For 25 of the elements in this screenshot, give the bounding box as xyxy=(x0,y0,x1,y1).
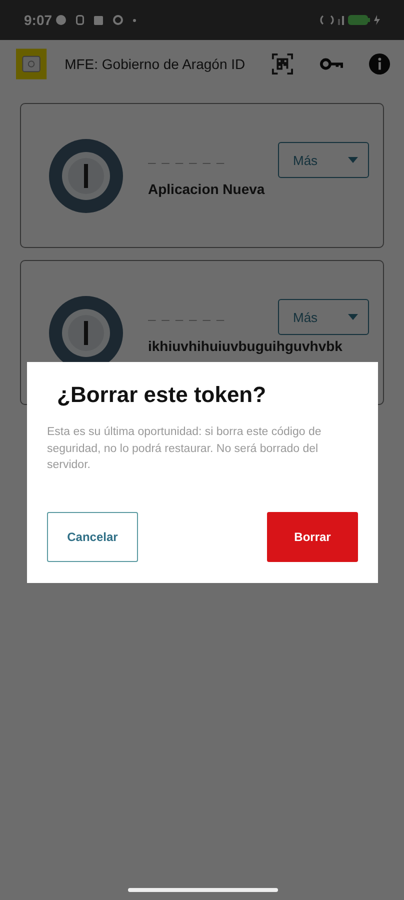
token-name: ikhiuvhihuiuvbuguihguvhvbk xyxy=(148,336,342,354)
more-dropdown[interactable]: Más xyxy=(278,299,369,335)
more-dropdown[interactable]: Más xyxy=(278,142,369,178)
delete-button[interactable]: Borrar xyxy=(267,512,358,562)
key-icon[interactable] xyxy=(320,57,343,71)
qr-scan-icon[interactable] xyxy=(271,52,294,76)
logo-icon xyxy=(16,48,47,80)
circle-icon xyxy=(56,15,66,25)
token-code: – – – – – – xyxy=(148,310,226,326)
signal-icon xyxy=(338,16,344,24)
token-name: Aplicacion Nueva xyxy=(148,180,265,198)
dot-icon xyxy=(133,18,136,22)
status-time: 9:07 xyxy=(24,12,52,28)
battery-icon xyxy=(348,15,370,25)
caret-icon xyxy=(348,314,358,320)
token-code: – – – – – – xyxy=(148,154,226,170)
charging-icon xyxy=(374,15,380,25)
app-title: MFE: Gobierno de Aragón ID xyxy=(64,56,246,72)
cancel-button[interactable]: Cancelar xyxy=(47,512,138,562)
dialog-message: Esta es su última oportunidad: si borra este código de seguridad, no lo podrá restaurar. No será borrado del servidor. xyxy=(47,425,322,474)
info-icon[interactable] xyxy=(369,53,390,75)
vibrate-icon xyxy=(320,15,334,25)
caret-icon xyxy=(348,157,358,163)
dial-icon xyxy=(48,138,124,214)
dialog-title: ¿Borrar este token? xyxy=(57,382,268,408)
